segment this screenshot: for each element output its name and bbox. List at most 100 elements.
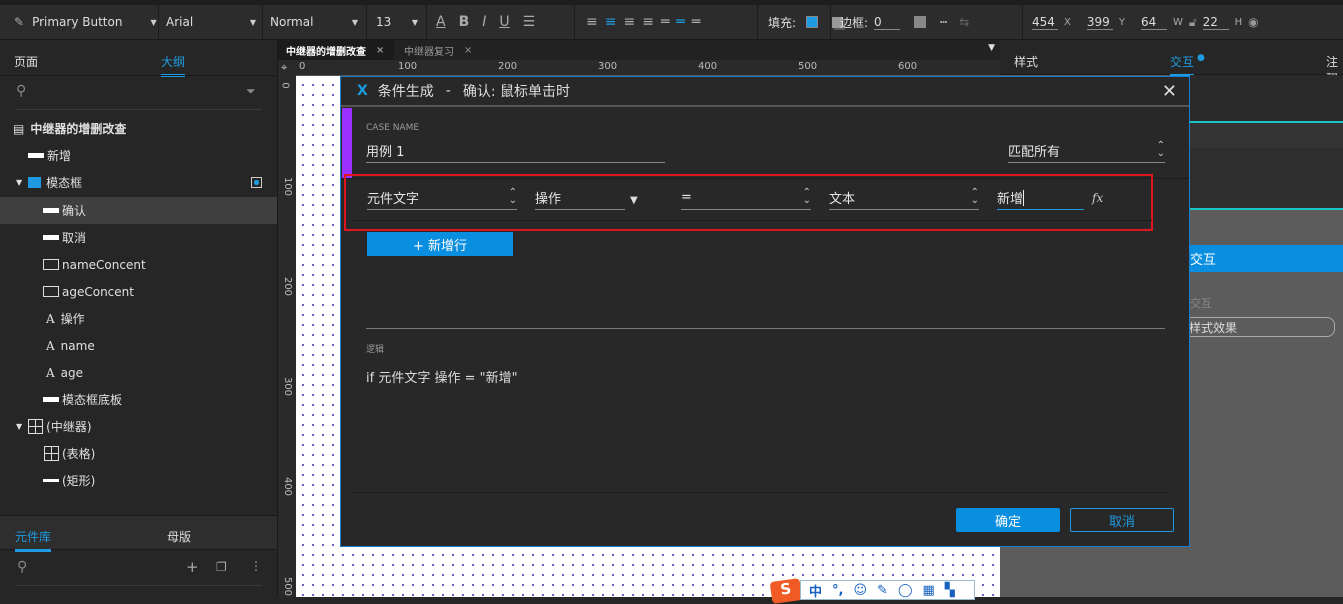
y-input[interactable]: 399 <box>1086 15 1113 30</box>
search-icon[interactable]: ⚲ <box>17 559 27 575</box>
align-left-icon[interactable]: ≡ <box>586 14 598 30</box>
status-dot-icon: ● <box>1197 53 1205 63</box>
ime-keyboard-icon[interactable]: ▦ <box>923 583 935 598</box>
outline-item[interactable]: A 操作 <box>0 305 277 332</box>
tab-library[interactable]: 元件库 <box>15 528 52 552</box>
h-input[interactable]: 22 <box>1202 15 1229 30</box>
more-icon[interactable]: ⋮ <box>250 559 262 573</box>
valign-bottom-icon[interactable]: ═ <box>692 14 700 30</box>
font-value: Arial <box>166 15 194 29</box>
condition-value-type-select[interactable]: 文本 ⌃ ⌄ <box>829 186 979 210</box>
ime-pen-icon[interactable]: ✎ <box>877 583 888 598</box>
item-label: 模态框 <box>46 176 83 190</box>
ruler-label: 400 <box>698 61 718 72</box>
tabs-menu-icon[interactable]: ▼ <box>988 43 995 53</box>
outline-item[interactable]: ▼ (中继器) <box>0 413 277 440</box>
caret-down-icon[interactable]: ▼ <box>16 422 22 431</box>
condition-target-type-select[interactable]: 元件文字 ⌃ ⌄ <box>367 186 517 210</box>
selected-marker-icon <box>251 177 262 188</box>
search-icon[interactable]: ⚲ <box>16 83 26 99</box>
border-style-icon[interactable]: ┅ <box>940 15 947 29</box>
bold-icon[interactable]: B <box>459 14 470 30</box>
style-effect-button[interactable]: 样式效果 <box>1176 317 1335 337</box>
valign-middle-icon[interactable]: ═ <box>676 14 684 30</box>
outline-item[interactable]: ▼ 模态框 <box>0 169 277 196</box>
outline-item[interactable]: (表格) <box>0 440 277 467</box>
outline-item[interactable]: 确认 <box>0 197 277 224</box>
size-select[interactable]: 13 ▼ <box>376 5 418 39</box>
doc-tab[interactable]: 中继器复习 × <box>396 40 484 60</box>
tab-interaction[interactable]: 交互 <box>1170 53 1195 77</box>
border-color-swatch[interactable] <box>914 16 927 28</box>
align-right-icon[interactable]: ≡ <box>623 14 635 30</box>
w-input[interactable]: 64 <box>1140 15 1167 30</box>
justify-icon[interactable]: ≡ <box>642 14 654 30</box>
italic-icon[interactable]: I <box>482 14 486 30</box>
underline-icon[interactable]: U <box>499 14 509 30</box>
x-input[interactable]: 454 <box>1032 15 1058 30</box>
add-icon[interactable]: + <box>186 558 199 576</box>
cancel-button[interactable]: 取消 <box>1070 508 1174 532</box>
chevron-down-icon: ▼ <box>411 17 418 27</box>
style-select[interactable]: ✎ Primary Button ▼ <box>14 5 157 39</box>
ruler-label: 100 <box>398 61 418 72</box>
weight-select[interactable]: Normal ▼ <box>270 5 358 39</box>
lock-icon[interactable]: 🔓︎ <box>1189 15 1197 30</box>
tab-outline[interactable]: 大纲 <box>161 53 186 77</box>
outline-item[interactable]: ageConcent <box>0 278 277 305</box>
close-icon[interactable]: × <box>376 45 384 56</box>
size-value: 13 <box>376 15 392 29</box>
ime-punct-icon[interactable]: °, <box>832 583 843 598</box>
caret-down-icon[interactable]: ▼ <box>16 178 22 187</box>
filter-icon[interactable]: ⏷ <box>246 84 256 99</box>
chevron-down-icon: ▼ <box>150 17 157 27</box>
dropdown-icon[interactable]: ▼ <box>630 195 638 206</box>
tab-style[interactable]: 样式 <box>1014 53 1038 70</box>
ruler-label: 0 <box>279 82 291 89</box>
tab-masters[interactable]: 母版 <box>167 528 191 545</box>
close-icon[interactable]: ✕ <box>1162 81 1177 102</box>
interaction-header[interactable]: 交互 <box>1190 245 1343 272</box>
ok-button[interactable]: 确定 <box>956 508 1060 532</box>
item-label: (矩形) <box>62 474 96 488</box>
text-icon: A <box>46 365 55 380</box>
item-label: 新增 <box>47 149 72 163</box>
close-icon[interactable]: × <box>464 45 472 56</box>
outline-item[interactable]: Aage <box>0 359 277 386</box>
text-cursor <box>1023 189 1025 206</box>
ime-tools-icon[interactable]: ▚ <box>945 583 955 598</box>
ime-voice-icon[interactable]: ◯ <box>898 583 913 598</box>
library-icon[interactable]: ❐ <box>216 560 227 574</box>
outline-item[interactable]: 取消 <box>0 224 277 251</box>
eye-icon[interactable]: ◉ <box>1248 15 1258 29</box>
tab-pages[interactable]: 页面 <box>14 53 38 70</box>
ruler-label: 500 <box>798 61 818 72</box>
outline-page-title[interactable]: ▤ 中继器的增删改查 <box>0 115 277 142</box>
ruler-label: 500 <box>282 576 294 597</box>
ruler-label: 0 <box>299 61 306 72</box>
outline-item[interactable]: nameConcent <box>0 251 277 278</box>
spinner-icon: ⌃ ⌄ <box>970 187 979 206</box>
case-name-input[interactable]: 用例 1 <box>366 139 665 163</box>
outline-item[interactable]: 模态框底板 <box>0 386 277 413</box>
valign-top-icon[interactable]: ═ <box>661 14 669 30</box>
condition-target-select[interactable]: 操作 <box>535 186 625 210</box>
border-width-input[interactable]: 0 <box>874 15 901 30</box>
fx-icon[interactable]: fx <box>1092 191 1103 205</box>
align-center-icon[interactable]: ≡ <box>605 14 617 30</box>
fill-color-swatch[interactable] <box>806 16 819 28</box>
condition-operator-select[interactable]: = ⌃ ⌄ <box>681 186 811 210</box>
ime-emoji-icon[interactable]: ☺ <box>853 583 867 598</box>
doc-tab-active[interactable]: 中继器的增删改查 × <box>278 40 394 60</box>
ok-label: 确定 <box>994 514 1021 530</box>
arrow-style-icon[interactable]: ⇆ <box>959 15 969 29</box>
font-color-icon[interactable]: A <box>436 14 446 30</box>
match-select[interactable]: 匹配所有 ⌃ ⌄ <box>1008 139 1165 163</box>
condition-value-input[interactable]: 新增 <box>997 186 1084 210</box>
outline-item[interactable]: Aname <box>0 332 277 359</box>
outline-item[interactable]: 新增 <box>0 142 277 169</box>
outline-item[interactable]: (矩形) <box>0 467 277 494</box>
list-icon[interactable]: ☰ <box>523 14 536 30</box>
font-select[interactable]: Arial ▼ <box>166 5 256 39</box>
add-row-button[interactable]: + 新增行 <box>367 232 513 256</box>
